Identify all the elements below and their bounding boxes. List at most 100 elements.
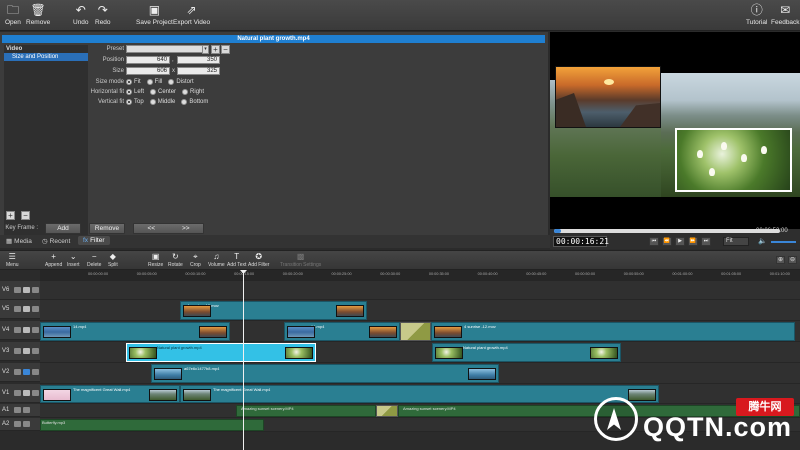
keyframe-add-button[interactable]: Add: [45, 223, 81, 234]
lock-icon[interactable]: [23, 348, 30, 354]
prev-keyframe[interactable]: <<: [147, 224, 155, 233]
clip-v3-plant-selected[interactable]: Natural plant growth.mp4: [126, 343, 316, 362]
clip-v4-c[interactable]: 4 sunrise -12.mov: [431, 322, 795, 341]
preview-overlay-sunset[interactable]: [555, 66, 661, 128]
preset-select[interactable]: [126, 45, 209, 53]
save-project-button[interactable]: ▣ Save Project: [136, 3, 173, 26]
volume-slider[interactable]: [771, 241, 796, 243]
size-mode-fit[interactable]: Fit: [126, 79, 141, 85]
position-y-field[interactable]: 350: [177, 56, 220, 64]
eye-icon[interactable]: [14, 327, 21, 333]
resize-button[interactable]: ▣ Resize: [148, 252, 163, 268]
lock-icon[interactable]: [14, 421, 21, 427]
mute-icon[interactable]: [32, 327, 39, 333]
mute-icon[interactable]: [23, 407, 30, 413]
eye-icon[interactable]: [14, 369, 21, 375]
vfit-top[interactable]: Top: [126, 99, 144, 105]
insert-button[interactable]: ⌄ Insert: [67, 252, 80, 268]
hfit-right[interactable]: Right: [182, 89, 204, 95]
transition-settings-button[interactable]: ▩ Transition Settings: [280, 252, 321, 268]
add-category-button[interactable]: +: [6, 211, 15, 220]
clip-v2[interactable]: a67e6c1477b8.mp4: [151, 364, 499, 383]
keyframe-nav-button[interactable]: << >>: [133, 223, 204, 234]
fast-forward-icon[interactable]: ⏩: [688, 237, 698, 246]
undo-button[interactable]: ↶ Undo: [73, 3, 89, 26]
clip-v1-b[interactable]: The magnificent Great Wall.mp4: [180, 385, 659, 403]
eye-icon[interactable]: [14, 287, 21, 293]
mute-icon[interactable]: [32, 287, 39, 293]
size-height-field[interactable]: 325: [177, 67, 220, 75]
chevron-down-icon[interactable]: ▾: [202, 45, 209, 54]
crop-button[interactable]: ⌖ Crop: [190, 252, 201, 268]
clip-v3-plant[interactable]: Natural plant growth.mp4: [432, 343, 621, 362]
export-video-button[interactable]: ⇗ Export Video: [173, 3, 210, 26]
add-text-button[interactable]: T Add Text: [227, 252, 246, 268]
preview-overlay-flowers[interactable]: [675, 128, 792, 192]
hfit-left[interactable]: Left: [126, 89, 144, 95]
lock-icon[interactable]: [14, 407, 21, 413]
transition-v4[interactable]: [400, 322, 431, 341]
volume-button[interactable]: ♫ Volume: [208, 252, 225, 268]
rotate-button[interactable]: ↻ Rotate: [168, 252, 183, 268]
menu-button[interactable]: ☰ Menu: [6, 252, 19, 268]
zoom-in-icon[interactable]: ⊕: [776, 256, 785, 264]
zoom-out-icon[interactable]: ⊖: [788, 256, 797, 264]
feedback-button[interactable]: ✉ Feedback: [771, 3, 800, 26]
play-icon[interactable]: ▶: [675, 237, 685, 246]
redo-button[interactable]: ↷ Redo: [95, 3, 111, 26]
keyframe-remove-button[interactable]: Remove: [89, 223, 125, 234]
mute-icon[interactable]: [32, 306, 39, 312]
delete-button[interactable]: − Delete: [87, 252, 101, 268]
clip-v1-a[interactable]: The magnificent Great Wall.mp4: [40, 385, 180, 403]
lock-icon[interactable]: [23, 390, 30, 396]
tab-media[interactable]: ▦ Media: [6, 237, 32, 246]
clip-v4-b[interactable]: 14.mp4: [284, 322, 400, 341]
rock: [556, 93, 586, 127]
eye-icon[interactable]: [14, 348, 21, 354]
track-v5[interactable]: [40, 300, 800, 321]
playhead[interactable]: [243, 270, 244, 450]
lock-icon[interactable]: [23, 306, 30, 312]
add-preset-button[interactable]: +: [211, 45, 220, 54]
timecode-display[interactable]: 00:00:16:21: [553, 236, 609, 247]
track-v6[interactable]: [40, 281, 800, 300]
open-button[interactable]: 🗀 Open: [5, 3, 21, 26]
tab-filter[interactable]: fx Filter: [78, 236, 110, 245]
mute-icon[interactable]: [23, 421, 30, 427]
eye-icon[interactable]: [14, 390, 21, 396]
size-mode-fill[interactable]: Fill: [146, 79, 162, 85]
lock-icon[interactable]: [23, 287, 30, 293]
tutorial-button[interactable]: ⓘ Tutorial: [746, 3, 767, 26]
append-button[interactable]: + Append: [45, 252, 62, 268]
audio-clip-a1-a[interactable]: Amazing sunset scenery.MP4: [236, 405, 376, 417]
remove-button[interactable]: 🗑 Remove: [26, 3, 50, 26]
mute-icon[interactable]: [32, 390, 39, 396]
audio-clip-a2[interactable]: Butterfly.mp3: [40, 419, 264, 431]
vfit-middle[interactable]: Middle: [149, 99, 175, 105]
remove-category-button[interactable]: −: [21, 211, 30, 220]
split-button[interactable]: ◆ Split: [108, 252, 118, 268]
rewind-icon[interactable]: ⏪: [662, 237, 672, 246]
size-mode-distort[interactable]: Distort: [168, 79, 194, 85]
eye-icon[interactable]: [14, 306, 21, 312]
clip-v5-sunrise[interactable]: 4 sunrise -12.mov: [180, 301, 367, 320]
mute-icon[interactable]: [32, 369, 39, 375]
mute-icon[interactable]: [32, 348, 39, 354]
skip-end-icon[interactable]: ⏭: [701, 237, 711, 246]
clip-v4-a[interactable]: 14.mp4: [40, 322, 230, 341]
preview-scrubber[interactable]: [554, 229, 780, 233]
fit-select[interactable]: Fit: [723, 237, 749, 246]
hfit-center[interactable]: Center: [150, 89, 176, 95]
add-filter-button[interactable]: ✪ Add Filter: [248, 252, 269, 268]
skip-start-icon[interactable]: ⏮: [649, 237, 659, 246]
transition-a1[interactable]: [376, 405, 398, 417]
lock-icon[interactable]: [23, 327, 30, 333]
lock-icon[interactable]: [23, 369, 30, 375]
tab-recent[interactable]: ◷ Recent: [42, 237, 70, 246]
position-x-field[interactable]: 640: [126, 56, 170, 64]
size-width-field[interactable]: 606: [126, 67, 170, 75]
next-keyframe[interactable]: >>: [182, 224, 190, 233]
vfit-bottom[interactable]: Bottom: [181, 99, 208, 105]
speaker-icon[interactable]: 🔈: [758, 237, 767, 245]
remove-preset-button[interactable]: −: [221, 45, 230, 54]
